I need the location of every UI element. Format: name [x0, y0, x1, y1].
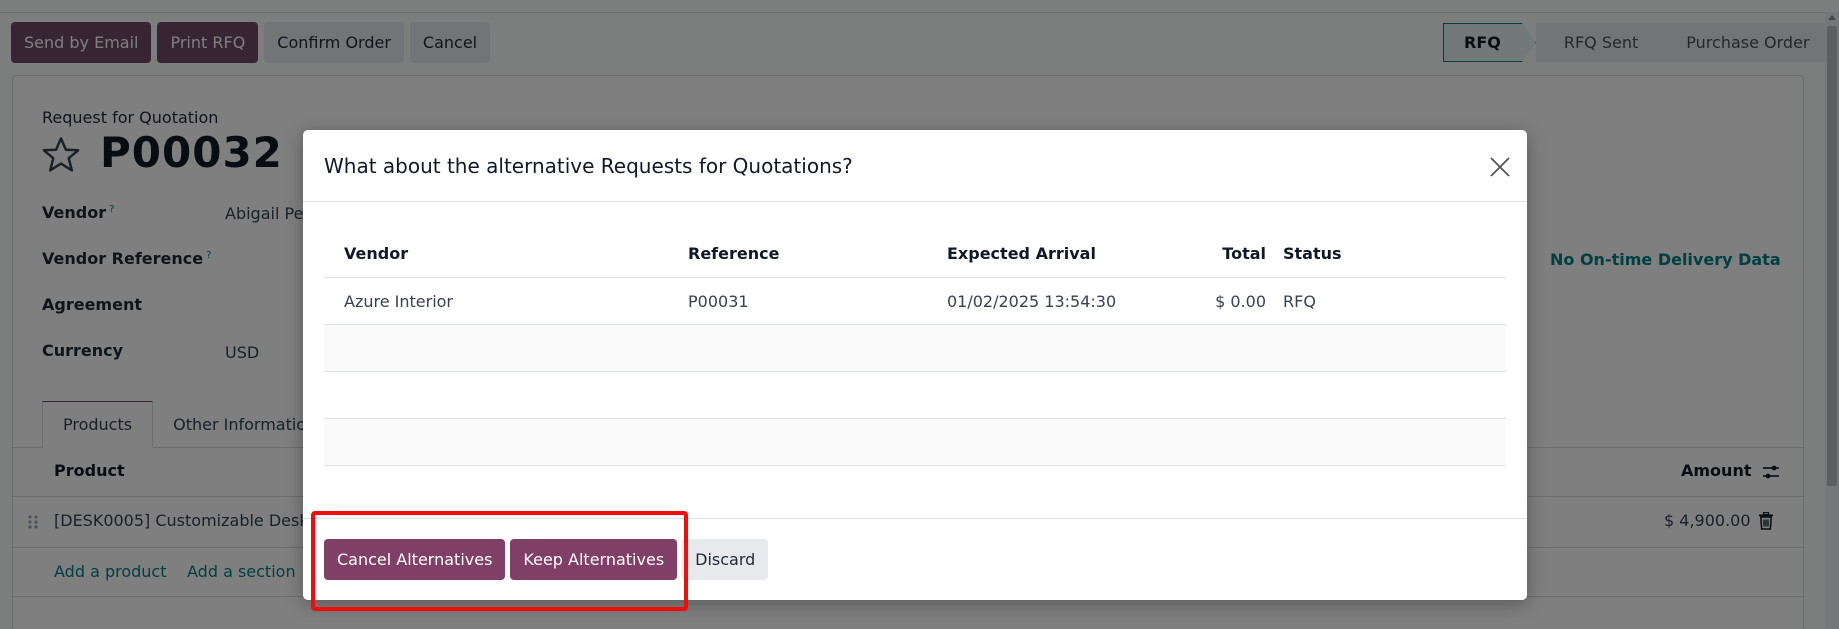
cell-vendor: Azure Interior: [344, 291, 454, 311]
table-row[interactable]: Azure Interior P00031 01/02/2025 13:54:3…: [324, 278, 1506, 325]
cell-expected-arrival: 01/02/2025 13:54:30: [947, 291, 1117, 311]
dialog-title: What about the alternative Requests for …: [324, 154, 853, 178]
empty-table-row: [324, 325, 1506, 372]
empty-table-row: [324, 419, 1506, 466]
cell-total: $ 0.00: [1215, 291, 1266, 311]
column-header-reference[interactable]: Reference: [688, 230, 779, 277]
dialog-header: What about the alternative Requests for …: [303, 130, 1527, 202]
keep-alternatives-button[interactable]: Keep Alternatives: [510, 539, 678, 580]
cell-reference: P00031: [688, 291, 749, 311]
close-icon[interactable]: [1488, 155, 1512, 179]
column-header-total[interactable]: Total: [1222, 230, 1266, 277]
column-header-status[interactable]: Status: [1283, 230, 1342, 277]
dialog-footer: Cancel Alternatives Keep Alternatives Di…: [303, 518, 1527, 600]
cancel-alternatives-button[interactable]: Cancel Alternatives: [324, 539, 506, 580]
alternative-rfqs-dialog: What about the alternative Requests for …: [303, 130, 1527, 600]
discard-button[interactable]: Discard: [682, 539, 769, 580]
empty-table-row: [324, 372, 1506, 419]
column-header-vendor[interactable]: Vendor: [344, 230, 408, 277]
dialog-footer-buttons: Cancel Alternatives Keep Alternatives Di…: [324, 539, 769, 580]
alternatives-table: Vendor Reference Expected Arrival Total …: [324, 230, 1506, 466]
cell-status: RFQ: [1283, 291, 1316, 311]
table-header-row: Vendor Reference Expected Arrival Total …: [324, 230, 1506, 278]
column-header-expected-arrival[interactable]: Expected Arrival: [947, 230, 1096, 277]
